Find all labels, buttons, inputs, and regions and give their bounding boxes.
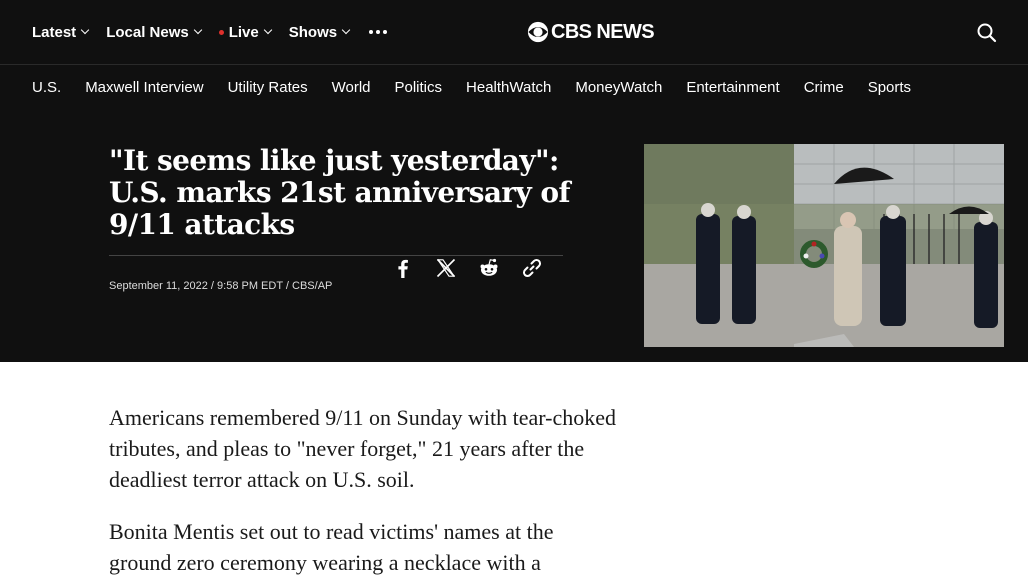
section-us[interactable]: U.S. (32, 79, 61, 96)
article-headline: "It seems like just yesterday": U.S. mar… (109, 144, 570, 241)
nav-shows-label: Shows (288, 23, 338, 41)
x-icon[interactable] (435, 257, 457, 279)
section-politics[interactable]: Politics (395, 79, 443, 96)
facebook-icon[interactable] (392, 257, 414, 279)
search-icon[interactable] (976, 22, 998, 44)
section-crime[interactable]: Crime (804, 79, 844, 96)
nav-local-news[interactable]: Local News (106, 23, 202, 41)
reddit-icon[interactable] (478, 257, 500, 279)
article-meta: September 11, 2022 / 9:58 PM EDT / CBS/A… (109, 280, 333, 292)
cbs-eye-icon (527, 21, 549, 43)
more-dots-icon[interactable] (369, 30, 388, 34)
article-paragraph: Americans remembered 9/11 on Sunday with… (109, 405, 617, 492)
logo-text: CBS NEWS (551, 20, 655, 43)
section-healthwatch[interactable]: HealthWatch (466, 79, 551, 96)
chevron-down-icon (263, 25, 272, 35)
nav-latest-label: Latest (32, 23, 77, 41)
live-dot-icon (218, 29, 224, 35)
nav-local-news-label: Local News (106, 23, 189, 41)
section-sports[interactable]: Sports (868, 79, 911, 96)
cbs-news-logo[interactable]: CBS NEWS (527, 20, 655, 44)
section-moneywatch[interactable]: MoneyWatch (575, 79, 662, 96)
section-maxwell-interview[interactable]: Maxwell Interview (85, 79, 203, 96)
article-paragraph: Bonita Mentis set out to read victims' n… (109, 519, 554, 575)
main-nav: Latest Local News Live Shows (32, 0, 388, 64)
chevron-down-icon (193, 25, 202, 35)
nav-live-label: Live (228, 23, 259, 41)
article-lead-image[interactable] (644, 144, 1004, 347)
nav-latest[interactable]: Latest (32, 23, 90, 41)
section-nav: U.S. Maxwell Interview Utility Rates Wor… (0, 64, 1028, 109)
chevron-down-icon (341, 25, 351, 35)
section-utility-rates[interactable]: Utility Rates (228, 79, 308, 96)
section-entertainment[interactable]: Entertainment (686, 79, 779, 96)
nav-shows[interactable]: Shows (288, 23, 351, 41)
chevron-down-icon (80, 25, 90, 35)
copy-link-icon[interactable] (521, 257, 543, 279)
section-world[interactable]: World (332, 79, 371, 96)
nav-live[interactable]: Live (218, 23, 272, 41)
top-bar: Latest Local News Live Shows CBS NEWS (0, 0, 1028, 64)
divider (109, 255, 563, 256)
